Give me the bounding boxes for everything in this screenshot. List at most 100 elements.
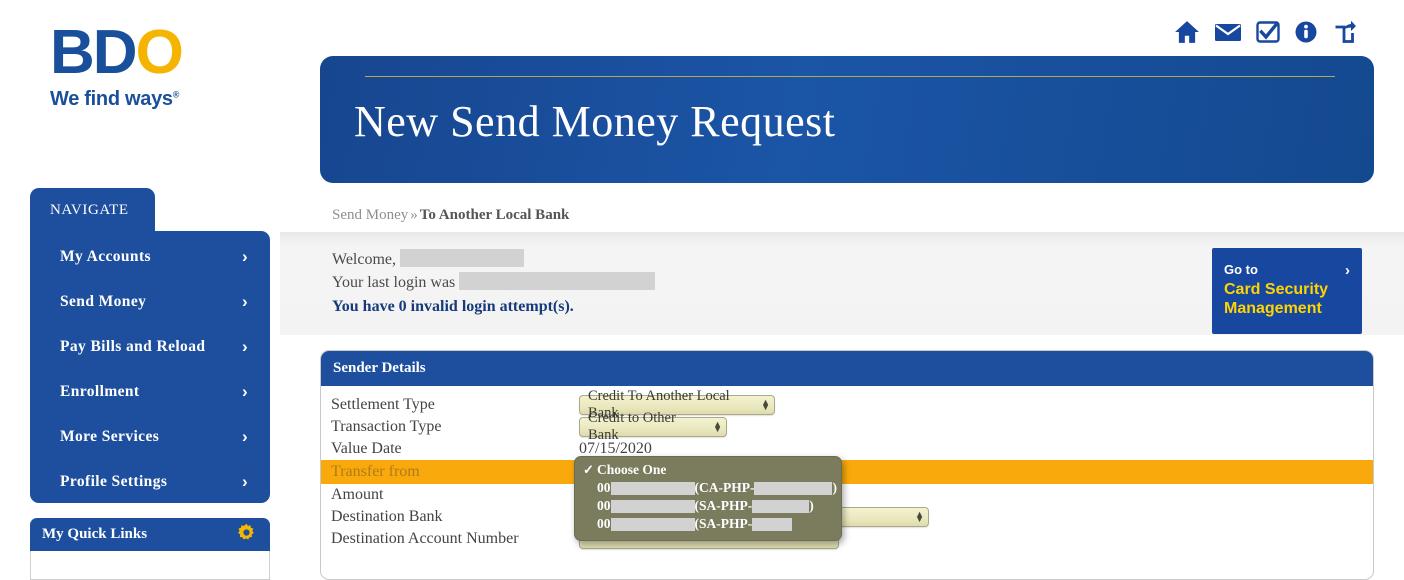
last-login-label: Your last login was <box>332 274 456 291</box>
dropdown-option-suffix: ) <box>832 480 837 495</box>
chevron-right-icon: › <box>1345 262 1350 279</box>
sidebar-item-enrollment[interactable]: Enrollment › <box>30 369 270 414</box>
dropdown-option-label: Choose One <box>597 462 667 477</box>
share-icon[interactable] <box>1332 20 1356 44</box>
my-quick-links-header: My Quick Links <box>30 518 270 551</box>
form-row-transaction-type: Transaction Type Credit to Other Bank ▲ ▼ <box>321 410 1373 443</box>
sidebar-item-send-money[interactable]: Send Money › <box>30 279 270 324</box>
sidebar-item-label: More Services <box>60 427 160 445</box>
logo-letter-b: B <box>50 18 95 87</box>
home-icon[interactable] <box>1174 20 1200 44</box>
gear-icon[interactable] <box>237 523 256 547</box>
sidebar-item-my-accounts[interactable]: My Accounts › <box>30 234 270 279</box>
destination-bank-label: Destination Bank <box>331 508 443 525</box>
sidebar-nav: My Accounts › Send Money › Pay Bills and… <box>30 231 270 503</box>
value-date-label: Value Date <box>331 440 402 457</box>
dropdown-option-amount-redacted <box>752 517 793 531</box>
transaction-type-select[interactable]: Credit to Other Bank ▲ ▼ <box>579 410 727 443</box>
transaction-type-label: Transaction Type <box>331 418 442 435</box>
form-row-amount: Amount <box>321 484 1373 506</box>
sidebar-item-profile-settings[interactable]: Profile Settings › <box>30 459 270 504</box>
logo-letter-d: D <box>92 18 138 87</box>
last-login-redacted <box>459 272 656 290</box>
dropdown-option-prefix: 00 <box>597 516 611 531</box>
stepper-down-icon: ▼ <box>713 424 722 434</box>
stepper-icon: ▲ ▼ <box>761 398 770 412</box>
form-row-settlement-type: Settlement Type Credit To Another Local … <box>321 388 1373 421</box>
page-header-banner: New Send Money Request <box>320 56 1374 183</box>
chevron-right-icon: › <box>241 426 248 446</box>
promo-title-line2: Management <box>1224 300 1322 317</box>
form-row-destination-account-number: Destination Account Number <box>321 528 1373 550</box>
dropdown-option-type: (CA-PHP- <box>694 480 755 495</box>
breadcrumb-parent[interactable]: Send Money <box>332 207 408 223</box>
sidebar-item-more-services[interactable]: More Services › <box>30 414 270 459</box>
info-circle-icon[interactable] <box>1294 20 1318 44</box>
last-login-line: Your last login was <box>332 271 656 294</box>
my-quick-links-body <box>30 551 270 580</box>
dropdown-option-account-1[interactable]: 00 (CA-PHP- ) <box>575 479 841 497</box>
mail-icon[interactable] <box>1214 21 1242 43</box>
sidebar-item-label: Enrollment <box>60 382 140 400</box>
page-root: BDO We find ways® New Send Money Request… <box>0 0 1404 580</box>
top-icon-bar <box>1174 20 1356 44</box>
dropdown-option-prefix: 00 <box>597 480 611 495</box>
sender-details-panel: Sender Details Settlement Type Credit To… <box>320 350 1374 580</box>
welcome-text-group: Welcome, Your last login was You have 0 … <box>332 248 656 316</box>
sidebar-item-label: Profile Settings <box>60 472 168 490</box>
chevron-right-icon: › <box>241 336 248 356</box>
sidebar-item-label: Pay Bills and Reload <box>60 337 206 355</box>
sidebar-item-pay-bills-and-reload[interactable]: Pay Bills and Reload › <box>30 324 270 369</box>
breadcrumb-separator: » <box>410 207 418 223</box>
check-square-icon[interactable] <box>1256 20 1280 44</box>
logo-letter-o: O <box>135 18 184 87</box>
sidebar-item-label: My Accounts <box>60 247 151 265</box>
welcome-greeting-line: Welcome, <box>332 248 655 271</box>
dropdown-option-number-redacted <box>610 517 695 531</box>
dropdown-option-number-redacted <box>610 499 695 513</box>
welcome-name-redacted <box>400 249 525 267</box>
dropdown-option-type: (SA-PHP- <box>694 516 753 531</box>
dropdown-option-suffix: ) <box>809 498 814 513</box>
stepper-icon: ▲ ▼ <box>713 420 722 434</box>
settlement-type-label: Settlement Type <box>331 396 435 413</box>
stepper-icon: ▲ ▼ <box>915 510 924 524</box>
sidebar-item-label: Send Money <box>60 292 147 310</box>
welcome-greeting: Welcome, <box>332 251 397 268</box>
dropdown-option-amount-redacted <box>754 481 833 495</box>
dropdown-option-type: (SA-PHP- <box>694 498 753 513</box>
dropdown-option-account-2[interactable]: 00 (SA-PHP- ) <box>575 497 841 515</box>
breadcrumb: Send Money» To Another Local Bank <box>332 207 569 224</box>
dropdown-option-choose-one[interactable]: ✓ Choose One <box>575 461 841 479</box>
logo-tagline: We find ways® <box>50 88 290 111</box>
sidebar-header-label: NAVIGATE <box>50 201 129 218</box>
sender-details-title: Sender Details <box>321 351 1373 386</box>
my-quick-links-title: My Quick Links <box>42 526 148 542</box>
dropdown-option-account-3[interactable]: 00 (SA-PHP- <box>575 515 841 533</box>
transfer-from-dropdown-list[interactable]: ✓ Choose One 00 (CA-PHP- ) 00 (SA-PHP- )… <box>574 456 842 541</box>
logo-wordmark: BDO <box>50 22 290 84</box>
card-security-management-banner[interactable]: › Go to Card Security Management <box>1212 248 1362 334</box>
breadcrumb-current: To Another Local Bank <box>419 207 570 223</box>
amount-label: Amount <box>331 486 384 503</box>
sender-details-rows: Settlement Type Credit To Another Local … <box>321 386 1373 550</box>
chevron-right-icon: › <box>241 246 248 266</box>
banner-divider <box>365 76 1335 77</box>
stepper-down-icon: ▼ <box>761 402 770 412</box>
bdo-logo[interactable]: BDO We find ways® <box>50 22 290 122</box>
promo-title-line1: Card Security <box>1224 281 1329 298</box>
transfer-from-label: Transfer from <box>331 463 420 480</box>
sidebar-header-navigate: NAVIGATE <box>30 188 155 232</box>
dropdown-option-amount-redacted <box>752 499 810 513</box>
form-row-transfer-from: Transfer from <box>321 460 1373 484</box>
logo-registered-mark: ® <box>172 89 180 100</box>
form-row-value-date: Value Date 07/15/2020 <box>321 438 1373 460</box>
stepper-down-icon: ▼ <box>915 514 924 524</box>
check-icon: ✓ <box>583 462 594 477</box>
promo-pretitle: Go to <box>1224 262 1258 277</box>
dropdown-option-number-redacted <box>610 481 695 495</box>
chevron-right-icon: › <box>241 471 248 491</box>
chevron-right-icon: › <box>241 291 248 311</box>
logo-tagline-text: We find ways <box>50 88 173 110</box>
invalid-login-attempts: You have 0 invalid login attempt(s). <box>332 298 574 315</box>
